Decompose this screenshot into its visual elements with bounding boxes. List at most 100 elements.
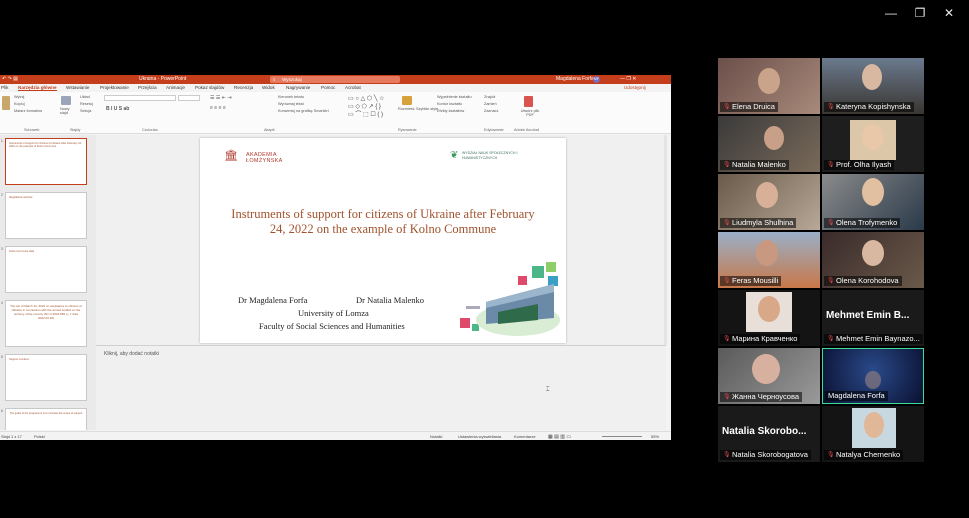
tab-animations[interactable]: Animacje bbox=[166, 85, 185, 90]
participant-tile[interactable]: 🎙 Natalya Chernenko bbox=[822, 406, 924, 462]
participant-tile-active-speaker[interactable]: Magdalena Forfa bbox=[822, 348, 924, 404]
close-button[interactable]: ✕ bbox=[940, 4, 958, 22]
slide-thumbnail[interactable]: The act of March 12, 2022 on assistance … bbox=[5, 300, 87, 347]
tab-acrobat[interactable]: Acrobat bbox=[345, 85, 361, 90]
slide-editor: 🏛 AKADEMIA ŁOMŻYŃSKA ❦ WYDZIAŁ NAUK SPOŁ… bbox=[96, 135, 667, 430]
participant-tile[interactable]: 🎙 Natalia Malenko bbox=[718, 116, 820, 172]
tab-design[interactable]: Projektowanie bbox=[100, 85, 129, 90]
university-logo-icon: 🏛 bbox=[224, 150, 238, 162]
cut-button[interactable]: Wytnij bbox=[14, 95, 24, 99]
copy-button[interactable]: Kopiuj bbox=[14, 102, 25, 106]
participant-tile[interactable]: 🎙 Feras Mousilli bbox=[718, 232, 820, 288]
replace-button[interactable]: Zamień bbox=[484, 102, 497, 106]
minimize-button[interactable]: — bbox=[882, 4, 900, 22]
slide-thumbnail[interactable]: Kolno Commune data bbox=[5, 246, 87, 293]
text-direction-button[interactable]: Kierunek tekstu bbox=[278, 95, 304, 99]
group-paragraph: Akapit bbox=[264, 128, 275, 132]
font-name-select[interactable] bbox=[104, 95, 176, 101]
tab-help[interactable]: Pomoc bbox=[321, 85, 335, 90]
display-settings[interactable]: Ustawienia wyświetlania bbox=[458, 434, 501, 439]
tab-transitions[interactable]: Przejścia bbox=[138, 85, 157, 90]
share-button[interactable]: Udostępnij bbox=[624, 85, 646, 90]
current-slide[interactable]: 🏛 AKADEMIA ŁOMŻYŃSKA ❦ WYDZIAŁ NAUK SPOŁ… bbox=[200, 138, 566, 343]
select-button[interactable]: Zaznacz bbox=[484, 109, 498, 113]
participant-video bbox=[865, 371, 881, 389]
participant-tile[interactable]: 🎙 Olena Korohodova bbox=[822, 232, 924, 288]
zoom-slider[interactable] bbox=[602, 436, 642, 437]
shape-outline-button[interactable]: Kontur kształtu bbox=[437, 102, 462, 106]
notes-area[interactable]: Kliknij, aby dodać notatki bbox=[104, 351, 159, 357]
avatar[interactable]: MF bbox=[593, 76, 600, 83]
layout-button[interactable]: Układ bbox=[80, 95, 90, 99]
quick-styles-button[interactable]: Szybkie style bbox=[416, 107, 438, 111]
arrange-button[interactable]: Rozmieść bbox=[398, 107, 415, 111]
font-size-select[interactable] bbox=[178, 95, 200, 101]
participant-label: 🎙 Kateryna Kopishynska bbox=[824, 102, 914, 112]
slide-counter: Slajd 1 z 17 bbox=[1, 434, 22, 439]
slide-thumbnail[interactable]: The goals of the programme is to increas… bbox=[5, 408, 87, 430]
participant-label: 🎙 Olena Korohodova bbox=[824, 276, 902, 286]
tab-insert[interactable]: Wstawianie bbox=[66, 85, 90, 90]
participant-tile[interactable]: Natalia Skorobo... 🎙 Natalia Skorobogatov… bbox=[718, 406, 820, 462]
mic-muted-icon: 🎙 bbox=[723, 162, 731, 168]
participant-tile[interactable]: 🎙 Liudmyla Shulhina bbox=[718, 174, 820, 230]
tab-home[interactable]: Narzędzia główne bbox=[18, 85, 57, 91]
pdf-icon[interactable] bbox=[524, 96, 533, 107]
participant-tile[interactable]: Mehmet Emin B... 🎙 Mehmet Emin Baynazo... bbox=[822, 290, 924, 346]
participant-video bbox=[758, 68, 780, 94]
align-icon[interactable]: ≡ ≡ ≡ ≡ bbox=[210, 105, 226, 111]
language-status[interactable]: Polski bbox=[34, 434, 45, 439]
undo-icon[interactable]: ↶ ↷ ▤ bbox=[2, 76, 18, 82]
ppt-search-box[interactable]: ⌕ Wyszukaj bbox=[270, 76, 400, 83]
new-slide-icon[interactable] bbox=[61, 96, 71, 105]
slide-thumbnail[interactable]: Support numbers bbox=[5, 354, 87, 401]
comments-toggle[interactable]: Komentarze bbox=[514, 434, 536, 439]
ppt-titlebar: ↶ ↷ ▤ Ukraina - PowerPoint ⌕ Wyszukaj Mag… bbox=[0, 75, 671, 84]
smartart-button[interactable]: Konwertuj na grafikę SmartArt bbox=[278, 109, 329, 113]
tab-file[interactable]: Plik bbox=[1, 85, 8, 90]
slide-thumbnail[interactable]: Regulations and law bbox=[5, 192, 87, 239]
format-painter-button[interactable]: Malarz formatów bbox=[14, 109, 42, 113]
participant-tile[interactable]: 🎙 Elena Druica bbox=[718, 58, 820, 114]
tab-review[interactable]: Recenzja bbox=[234, 85, 253, 90]
tab-slideshow[interactable]: Pokaz slajdów bbox=[195, 85, 224, 90]
find-button[interactable]: Znajdź bbox=[484, 95, 495, 99]
group-clipboard: Schowek bbox=[24, 128, 40, 132]
shared-screen-powerpoint: ↶ ↷ ▤ Ukraina - PowerPoint ⌕ Wyszukaj Mag… bbox=[0, 75, 671, 440]
slide-scrollbar[interactable] bbox=[664, 135, 667, 345]
ppt-window-title: Ukraina - PowerPoint bbox=[139, 76, 187, 82]
faculty-name: Faculty of Social Sciences and Humanitie… bbox=[259, 321, 405, 331]
shape-effects-button[interactable]: Efekty kształtów bbox=[437, 109, 464, 113]
arrange-icon[interactable] bbox=[402, 96, 412, 105]
participant-tile[interactable]: 🎙 Марина Кравченко bbox=[718, 290, 820, 346]
shape-fill-button[interactable]: Wypełnienie kształtu bbox=[437, 95, 472, 99]
notes-toggle[interactable]: Notatki bbox=[430, 434, 442, 439]
view-buttons-icon[interactable]: ▦ ▤ ▥ ▭ bbox=[548, 434, 571, 440]
participant-tile[interactable]: 🎙 Жанна Черноусова bbox=[718, 348, 820, 404]
slide-thumbnail[interactable]: Instruments of support for citizens of U… bbox=[5, 138, 87, 185]
restore-button[interactable]: ❐ bbox=[911, 4, 929, 22]
zoom-level[interactable]: 55% bbox=[651, 434, 659, 439]
create-pdf-button[interactable]: Utwórz plik PDF bbox=[519, 109, 541, 117]
section-button[interactable]: Sekcja bbox=[80, 109, 91, 113]
thumb-number: 4 bbox=[1, 301, 3, 305]
participant-label: 🎙 Mehmet Emin Baynazo... bbox=[824, 334, 923, 344]
participant-tile[interactable]: 🎙 Prof. Olha Ilyash bbox=[822, 116, 924, 172]
tab-view[interactable]: Widok bbox=[262, 85, 275, 90]
shapes-gallery-icon[interactable]: ▭ ○ △ ⬡ ╲ ☆ ▭ ◇ ⬠ ↗ { } ▭ ⌒ ⬚ ☐ ( ) bbox=[348, 95, 394, 119]
mic-muted-icon: 🎙 bbox=[827, 220, 835, 226]
reset-button[interactable]: Resetuj bbox=[80, 102, 93, 106]
participant-tile[interactable]: 🎙 Kateryna Kopishynska bbox=[822, 58, 924, 114]
paste-icon[interactable] bbox=[2, 96, 10, 110]
bold-icon[interactable]: B I U S ab bbox=[106, 106, 129, 112]
logo-text-right: WYDZIAŁ NAUK SPOŁECZNYCH I HUMANISTYCZNY… bbox=[462, 151, 518, 160]
participant-video bbox=[764, 126, 784, 150]
align-text-button[interactable]: Wyrównaj tekst bbox=[278, 102, 304, 106]
participant-tile[interactable]: 🎙 Olena Trofymenko bbox=[822, 174, 924, 230]
bullets-icon[interactable]: ☰ ☰ ⇤ ⇥ bbox=[210, 95, 232, 101]
thumb-number: 3 bbox=[1, 247, 3, 251]
participant-video bbox=[752, 354, 780, 384]
tab-recording[interactable]: Nagrywanie bbox=[286, 85, 310, 90]
new-slide-button[interactable]: Nowy slajd bbox=[60, 107, 74, 115]
window-buttons-icon[interactable]: — ❐ ✕ bbox=[620, 76, 636, 82]
